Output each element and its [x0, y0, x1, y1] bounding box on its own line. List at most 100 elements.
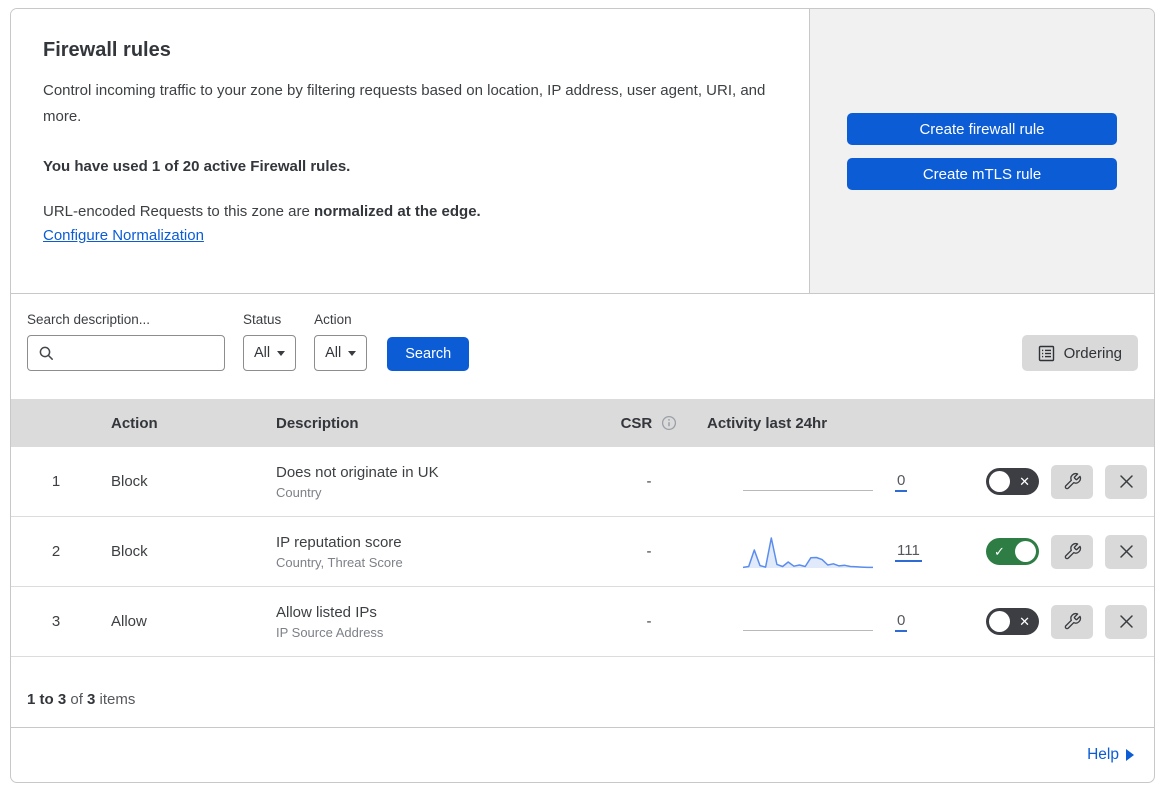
rule-activity-cell: 0 — [699, 472, 954, 492]
close-icon — [1119, 544, 1134, 559]
action-column-header: Action — [111, 414, 158, 432]
chevron-down-icon — [277, 350, 286, 356]
rule-description-cell: IP reputation score Country, Threat Scor… — [276, 534, 599, 570]
rule-enabled-toggle[interactable]: ✕ — [986, 608, 1039, 635]
rule-priority: 3 — [51, 613, 61, 630]
toggle-knob — [1015, 541, 1036, 562]
close-icon — [1119, 474, 1134, 489]
description-column-header: Description — [276, 414, 359, 432]
rule-csr: - — [646, 613, 652, 630]
rule-enabled-toggle[interactable]: ✓ — [986, 538, 1039, 565]
rule-controls: ✓ — [954, 534, 1154, 569]
close-icon — [1119, 614, 1134, 629]
help-label: Help — [1087, 746, 1119, 763]
configure-normalization-link[interactable]: Configure Normalization — [43, 227, 204, 244]
search-box — [27, 335, 241, 371]
rule-description-cell: Allow listed IPs IP Source Address — [276, 604, 599, 640]
activity-sparkline-flat — [743, 490, 873, 491]
ordering-list-icon — [1038, 345, 1055, 362]
info-icon[interactable] — [661, 415, 677, 431]
rule-activity-cell: 0 — [699, 612, 954, 632]
wrench-icon — [1063, 542, 1082, 561]
delete-rule-button[interactable] — [1105, 534, 1147, 569]
action-selected-value: All — [325, 345, 342, 361]
actions-panel: Create firewall rule Create mTLS rule — [809, 9, 1154, 293]
activity-count-link[interactable]: 0 — [895, 612, 908, 632]
toggle-off-x-icon: ✕ — [1019, 473, 1030, 489]
action-filter-group: Action All — [314, 312, 368, 371]
delete-rule-button[interactable] — [1105, 464, 1147, 499]
search-group: Search description... — [27, 312, 241, 371]
edit-rule-button[interactable] — [1051, 464, 1093, 499]
toggle-knob — [989, 471, 1010, 492]
rule-description-cell: Does not originate in UK Country — [276, 464, 599, 500]
action-select[interactable]: All — [314, 335, 368, 371]
rule-priority: 1 — [51, 473, 61, 490]
help-link[interactable]: Help — [1087, 746, 1134, 764]
rule-controls: ✕ — [954, 464, 1154, 499]
rule-action: Block — [111, 473, 148, 490]
header-region: Firewall rules Control incoming traffic … — [11, 9, 1154, 294]
range-value: 1 to 3 — [27, 690, 67, 708]
search-label: Search description... — [27, 312, 151, 327]
status-select[interactable]: All — [243, 335, 297, 371]
table-row: 1 Block Does not originate in UK Country… — [11, 447, 1154, 517]
normalization-text: URL-encoded Requests to this zone are — [43, 202, 314, 220]
search-description-input[interactable] — [60, 338, 241, 368]
wrench-icon — [1063, 612, 1082, 631]
usage-summary: You have used 1 of 20 active Firewall ru… — [43, 157, 351, 175]
search-button[interactable]: Search — [387, 337, 470, 371]
header-panel: Firewall rules Control incoming traffic … — [11, 9, 809, 293]
rule-controls: ✕ — [954, 604, 1154, 639]
normalization-bold: normalized at the edge. — [314, 202, 481, 220]
ordering-button[interactable]: Ordering — [1021, 335, 1138, 371]
edit-rule-button[interactable] — [1051, 534, 1093, 569]
page-title: Firewall rules — [43, 39, 171, 61]
rule-csr: - — [646, 543, 652, 560]
action-label: Action — [314, 312, 352, 327]
filter-bar: Search description... Status All Action … — [11, 294, 1154, 399]
rule-fields: Country, Threat Score — [276, 554, 403, 570]
firewall-rules-card: Firewall rules Control incoming traffic … — [10, 8, 1155, 783]
rule-fields: Country — [276, 484, 322, 500]
rule-description: Allow listed IPs — [276, 603, 377, 621]
table-header: Action Description CSR Activity last 24h… — [11, 399, 1154, 447]
edit-rule-button[interactable] — [1051, 604, 1093, 639]
chevron-down-icon — [348, 350, 357, 356]
status-filter-group: Status All — [243, 312, 297, 371]
rule-fields: IP Source Address — [276, 624, 384, 640]
rule-csr: - — [646, 473, 652, 490]
table-row: 2 Block IP reputation score Country, Thr… — [11, 517, 1154, 587]
rule-priority: 2 — [51, 543, 61, 560]
csr-header-label: CSR — [620, 414, 653, 432]
rule-action: Block — [111, 543, 148, 560]
activity-count-link[interactable]: 111 — [895, 542, 922, 562]
rule-description: IP reputation score — [276, 533, 402, 551]
rule-activity-cell: 111 — [699, 532, 954, 572]
search-icon — [38, 345, 54, 361]
activity-column-header: Activity last 24hr — [707, 414, 828, 432]
rule-description: Does not originate in UK — [276, 463, 439, 481]
normalization-note: URL-encoded Requests to this zone are no… — [43, 203, 773, 220]
activity-count-link[interactable]: 0 — [895, 472, 908, 492]
ordering-label: Ordering — [1063, 344, 1122, 362]
rule-action: Allow — [111, 613, 147, 630]
delete-rule-button[interactable] — [1105, 604, 1147, 639]
of-text: of — [66, 690, 88, 708]
rule-enabled-toggle[interactable]: ✕ — [986, 468, 1039, 495]
items-text: items — [95, 690, 136, 708]
toggle-knob — [989, 611, 1010, 632]
table-row: 3 Allow Allow listed IPs IP Source Addre… — [11, 587, 1154, 657]
activity-sparkline — [743, 532, 873, 572]
toggle-on-check-icon: ✓ — [994, 543, 1005, 559]
create-firewall-rule-button[interactable]: Create firewall rule — [847, 113, 1117, 145]
create-mtls-rule-button[interactable]: Create mTLS rule — [847, 158, 1117, 190]
toggle-off-x-icon: ✕ — [1019, 613, 1030, 629]
help-bar: Help — [11, 727, 1154, 782]
pagination-summary: 1 to 3 of 3 items — [11, 657, 1154, 727]
wrench-icon — [1063, 472, 1082, 491]
page-description: Control incoming traffic to your zone by… — [43, 82, 766, 126]
csr-column-header: CSR — [599, 415, 699, 432]
arrow-right-icon — [1126, 749, 1134, 761]
activity-sparkline-flat — [743, 630, 873, 631]
